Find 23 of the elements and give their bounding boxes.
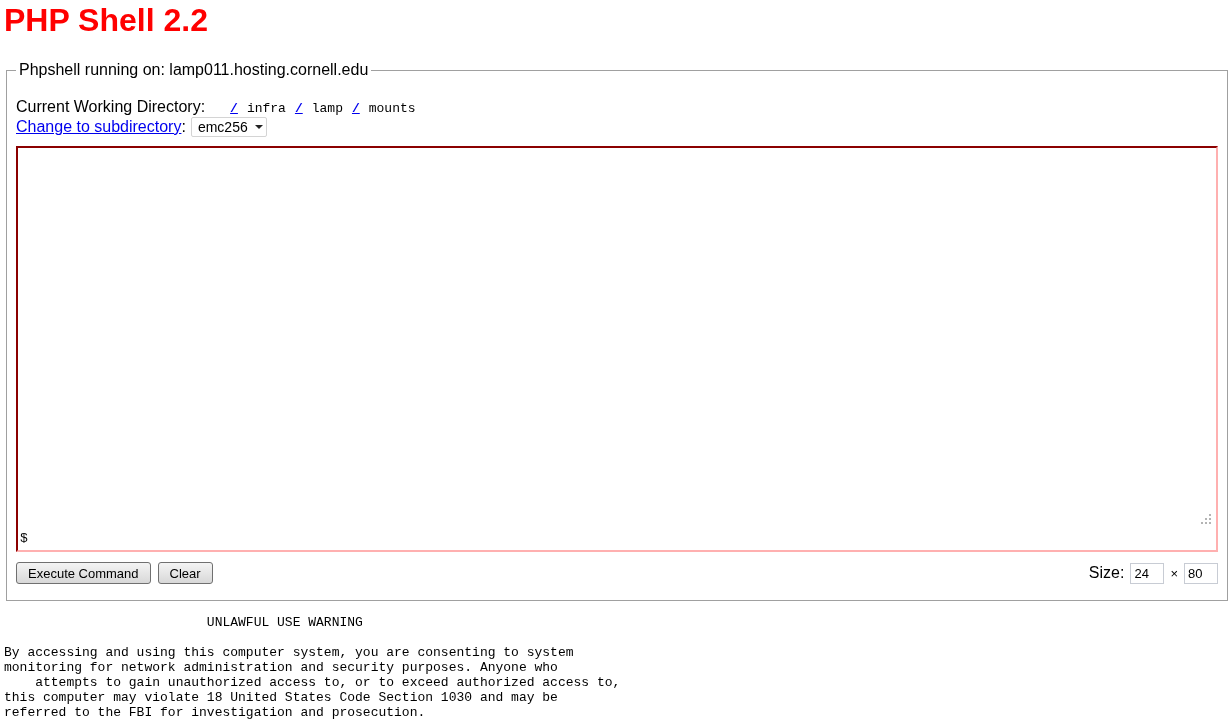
directory-name: mounts	[368, 101, 416, 116]
caret-icon	[254, 125, 263, 129]
warning-title: UNLAWFUL USE WARNING	[206, 615, 363, 630]
path-link[interactable]: /	[351, 101, 360, 116]
size-input[interactable]: 24	[1130, 562, 1165, 584]
subdirectory-link[interactable]: Change to subdirectory	[16, 117, 182, 137]
directory-label: Current Working Directory:	[16, 97, 206, 116]
times-sign: ×	[1170, 565, 1178, 581]
path-link[interactable]: /	[294, 101, 303, 116]
size-label: Size:	[1088, 564, 1125, 582]
separator-text: :	[181, 117, 186, 137]
directory-name: infra	[246, 101, 286, 116]
execute-button[interactable]: Execute Command	[16, 562, 151, 584]
resize-grip-icon[interactable]	[1201, 514, 1211, 524]
clear-button[interactable]: Clear	[157, 562, 213, 584]
directory-name: lamp	[311, 101, 343, 116]
page-title: PHP Shell 2.2	[4, 2, 208, 39]
panel-legend: Phpshell running on: lamp011.hosting.cornell.edu	[16, 61, 372, 79]
terminal-field[interactable]: $	[16, 146, 1218, 552]
warning-text: By accessing and using this computer system, you are consenting to system monitoring for network administration and security purposes. Anyone who attempts to gain unauthorized access to, or to exceed authorized access to, this computer may violate 18 United States Code Section 1030 and may be referred to the FBI for investigation and prosecution.	[4, 645, 621, 720]
path-link[interactable]: /	[230, 101, 238, 116]
subdirectory-select[interactable]: emc256	[190, 117, 267, 137]
size-input[interactable]: 80	[1184, 562, 1218, 584]
